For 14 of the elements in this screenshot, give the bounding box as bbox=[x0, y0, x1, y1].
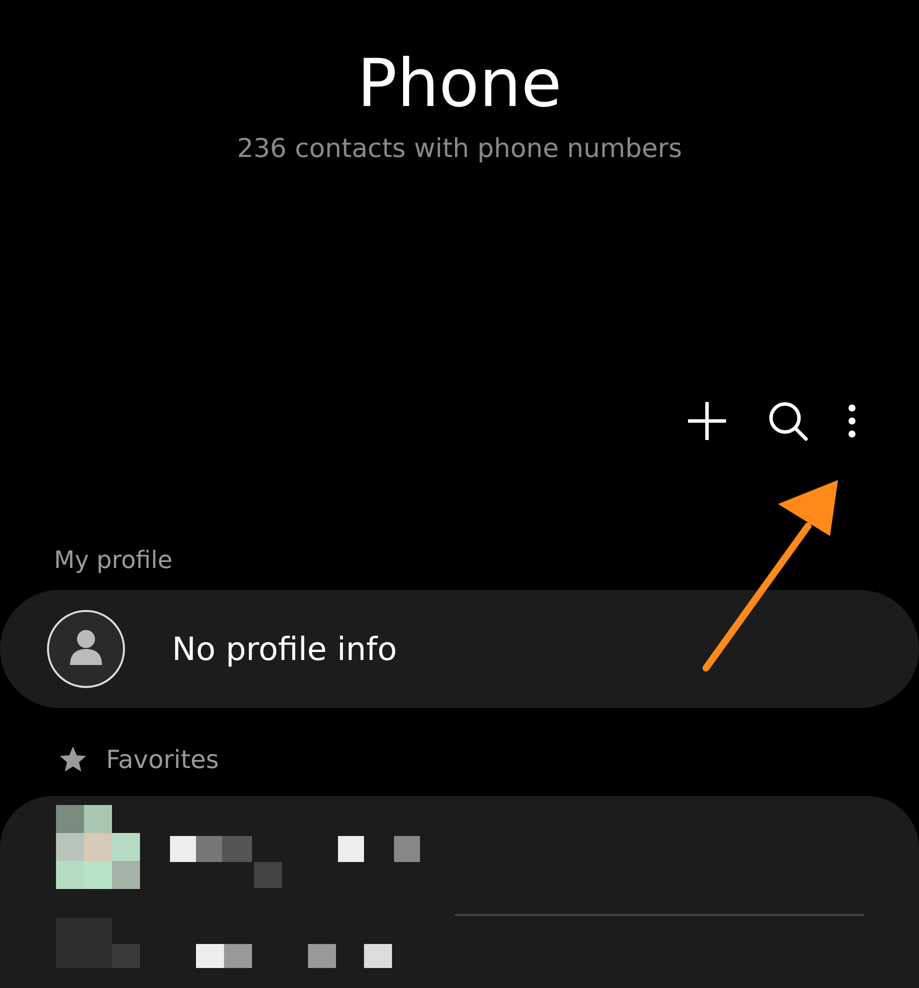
avatar-icon bbox=[46, 609, 126, 689]
add-button[interactable] bbox=[685, 399, 729, 443]
more-vertical-icon bbox=[847, 404, 857, 438]
plus-icon bbox=[685, 399, 729, 443]
profile-text: No profile info bbox=[172, 630, 397, 668]
search-icon bbox=[767, 400, 809, 442]
search-button[interactable] bbox=[767, 400, 809, 442]
more-options-button[interactable] bbox=[847, 404, 857, 438]
section-label: My profile bbox=[54, 546, 174, 574]
app-title: Phone bbox=[357, 44, 562, 124]
star-icon bbox=[58, 744, 88, 774]
contacts-count: 236 contacts with phone numbers bbox=[236, 134, 682, 164]
section-label: Favorites bbox=[106, 744, 219, 774]
profile-card[interactable]: No profile info bbox=[0, 590, 919, 708]
